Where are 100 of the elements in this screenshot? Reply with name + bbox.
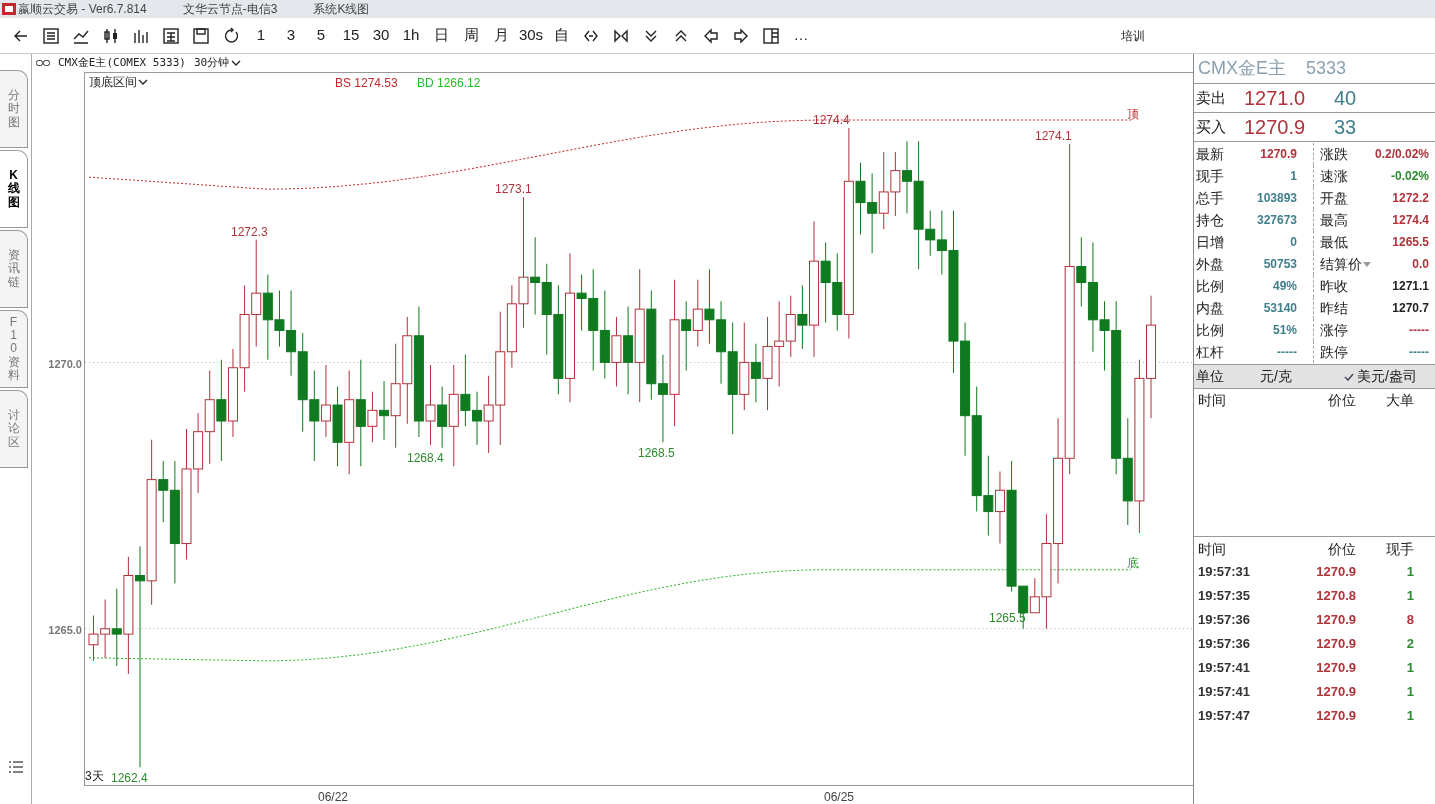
quote-price: 1270.9 [1244, 115, 1307, 140]
price-label: 1268.5 [638, 445, 675, 462]
period-button[interactable]: 5 [306, 21, 336, 50]
stat-label: 杠杆 [1196, 342, 1224, 362]
stat-label: 最高 [1320, 210, 1348, 230]
list-icon[interactable] [8, 760, 24, 774]
quote-label: 卖出 [1196, 87, 1227, 108]
period-button[interactable]: 自 [546, 21, 576, 50]
price-label: 1274.1 [1035, 128, 1072, 145]
trade-price: 1270.9 [1315, 611, 1356, 630]
caret-icon [231, 59, 242, 67]
trade-volume: 8 [1405, 611, 1414, 630]
instrument-name: CMX金E主 [1198, 57, 1286, 80]
stat-value: ----- [1409, 322, 1429, 339]
side-tab[interactable]: 资讯链 [0, 230, 28, 308]
side-tab[interactable]: 分时图 [0, 70, 28, 148]
stat-value: 1265.5 [1392, 234, 1429, 251]
bs-value-label: BS 1274.53 [335, 75, 398, 92]
trade-volume: 1 [1405, 659, 1414, 678]
period-button[interactable]: 3 [276, 21, 306, 50]
stat-label: 总手 [1196, 188, 1224, 208]
trade-price: 1270.9 [1315, 707, 1356, 726]
bd-value-label: BD 1266.12 [417, 75, 481, 92]
period-button[interactable]: 1h [396, 21, 426, 50]
indicator-dropdown[interactable]: 顶底区间 [89, 73, 148, 91]
compress-icon [612, 26, 630, 45]
period-dropdown[interactable]: 30分钟 [193, 54, 242, 72]
trade-volume: 1 [1405, 563, 1414, 582]
stat-label: 现手 [1196, 166, 1224, 186]
caret-icon [138, 78, 148, 86]
stat-label: 最低 [1320, 232, 1348, 252]
stat-value: 50753 [1263, 256, 1297, 273]
stat-value: 1271.1 [1392, 278, 1429, 295]
period-button[interactable]: 30s [516, 21, 546, 50]
period-button[interactable]: 周 [456, 21, 486, 50]
training-label[interactable]: 培训 [1121, 26, 1145, 45]
quote-label: 买入 [1196, 116, 1227, 137]
stat-value: 1270.7 [1392, 300, 1429, 317]
layout-icon [762, 26, 780, 45]
trade-time: 19:57:31 [1198, 563, 1252, 582]
stat-label: 内盘 [1196, 298, 1224, 318]
period-button[interactable]: 30 [366, 21, 396, 50]
grid-icon [162, 26, 180, 45]
view-label: 系统K线图 [313, 1, 370, 18]
quote-volume: 33 [1334, 115, 1357, 140]
caret-icon[interactable] [1362, 260, 1372, 268]
stat-label: 速涨 [1320, 166, 1348, 186]
column-header: 时间 [1198, 390, 1227, 410]
trade-price: 1270.9 [1315, 683, 1356, 702]
top-band-label: 顶 [1127, 106, 1139, 123]
refresh-icon [222, 26, 240, 45]
trade-price: 1270.8 [1315, 587, 1356, 606]
app-logo-icon [2, 3, 16, 15]
stat-value: ----- [1409, 344, 1429, 361]
price-label: 1273.1 [495, 181, 532, 198]
trade-volume: 1 [1405, 707, 1414, 726]
unit-option[interactable]: 美元/盎司 [1344, 366, 1417, 387]
period-button[interactable]: 15 [336, 21, 366, 50]
symbol-label: CMX金E主(COMEX 5333) [58, 54, 186, 71]
price-label: 1272.3 [231, 224, 268, 241]
stat-value: 53140 [1263, 300, 1297, 317]
side-tab[interactable]: F10资料 [0, 310, 28, 388]
axis-tick-label: 06/22 [318, 789, 349, 804]
instrument-code: 5333 [1306, 57, 1347, 80]
unit-label: 单位 [1196, 367, 1225, 386]
column-header: 现手 [1385, 539, 1414, 559]
trade-volume: 1 [1405, 683, 1414, 702]
link-icon [36, 59, 50, 67]
stat-value: 0 [1290, 234, 1297, 251]
more-button[interactable]: … [786, 21, 816, 50]
candlestick-icon [102, 26, 120, 45]
side-tab[interactable]: K线图 [0, 150, 28, 228]
stat-value: 1272.2 [1392, 190, 1429, 207]
period-button[interactable]: 月 [486, 21, 516, 50]
stat-label: 涨跌 [1320, 144, 1348, 164]
trade-time: 19:57:36 [1198, 635, 1252, 654]
stat-label: 涨停 [1320, 320, 1348, 340]
stat-label: 比例 [1196, 276, 1224, 296]
price-label: 1262.4 [111, 770, 148, 787]
stat-label: 日增 [1196, 232, 1224, 252]
stat-value: 0.2/0.02% [1374, 146, 1429, 163]
stat-label: 最新 [1196, 144, 1224, 164]
period-button[interactable]: 1 [246, 21, 276, 50]
quote-volume: 40 [1334, 86, 1357, 111]
column-header: 时间 [1198, 539, 1227, 559]
axis-tick-label: 06/25 [824, 789, 855, 804]
arrow-left-icon [702, 26, 720, 45]
stat-value: 327673 [1256, 212, 1297, 229]
period-button[interactable]: 日 [426, 21, 456, 50]
trade-volume: 1 [1405, 587, 1414, 606]
stat-value: ----- [1277, 344, 1297, 361]
stat-value: 1 [1290, 168, 1297, 185]
unit-option[interactable]: 元/克 [1260, 366, 1344, 387]
stat-value: 0.0 [1412, 256, 1429, 273]
stat-label: 结算价 [1320, 254, 1362, 274]
stat-label: 外盘 [1196, 254, 1224, 274]
side-tab[interactable]: 讨论区 [0, 390, 28, 468]
arrow-right-icon [732, 26, 750, 45]
trade-time: 19:57:41 [1198, 683, 1252, 702]
stat-label: 昨结 [1320, 298, 1348, 318]
